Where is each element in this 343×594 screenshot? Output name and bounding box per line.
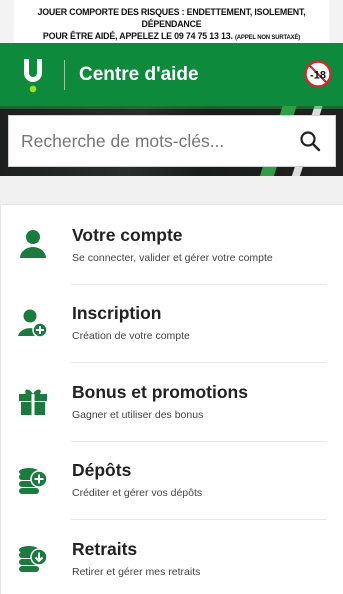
category-subtitle: Création de votre compte <box>72 330 190 343</box>
category-retraits[interactable]: Retraits Retirer et gérer mes retraits <box>1 519 343 594</box>
warning-line-1: JOUER COMPORTE DES RISQUES : ENDETTEMENT… <box>37 7 306 30</box>
category-subtitle: Créditer et gérer vos dépôts <box>72 487 203 500</box>
search-hero: Recherche de mots-clés... <box>0 106 343 176</box>
help-categories-list: Votre compte Se connecter, valider et gé… <box>0 205 343 594</box>
category-inscription[interactable]: Inscription Création de votre compte <box>1 283 343 363</box>
unibet-logo-icon[interactable] <box>18 57 48 93</box>
hero-top-line <box>0 106 343 109</box>
search-input[interactable]: Recherche de mots-clés... <box>21 131 291 152</box>
coins-down-icon <box>18 542 48 574</box>
page-title: Centre d'aide <box>79 63 199 85</box>
category-title: Dépôts <box>72 460 132 481</box>
category-subtitle: Se connecter, valider et gérer votre com… <box>72 251 273 264</box>
category-subtitle: Gagner et utiliser des bonus <box>72 408 204 421</box>
gambling-warning-banner: JOUER COMPORTE DES RISQUES : ENDETTEMENT… <box>13 0 330 43</box>
search-icon[interactable] <box>291 122 329 160</box>
header: Centre d'aide -18 <box>0 43 343 106</box>
svg-text:-18: -18 <box>310 70 326 82</box>
category-title: Votre compte <box>72 224 183 245</box>
category-title: Retraits <box>72 538 138 559</box>
age-restriction-icon: -18 <box>304 60 332 88</box>
user-icon <box>18 228 48 260</box>
warning-line-2-small: (APPEL NON SURTAXÉ) <box>234 34 301 41</box>
category-title: Bonus et promotions <box>72 381 248 402</box>
category-depots[interactable]: Dépôts Créditer et gérer vos dépôts <box>1 440 343 520</box>
user-add-icon <box>18 307 48 339</box>
search-bar[interactable]: Recherche de mots-clés... <box>8 115 336 167</box>
category-title: Inscription <box>72 303 162 324</box>
coins-plus-icon <box>18 464 48 496</box>
category-bonus[interactable]: Bonus et promotions Gagner et utiliser d… <box>1 362 343 441</box>
category-votre-compte[interactable]: Votre compte Se connecter, valider et gé… <box>1 205 343 284</box>
gift-icon <box>18 385 48 417</box>
header-divider <box>64 59 65 90</box>
category-subtitle: Retirer et gérer mes retraits <box>72 565 201 578</box>
section-gap <box>0 176 343 205</box>
